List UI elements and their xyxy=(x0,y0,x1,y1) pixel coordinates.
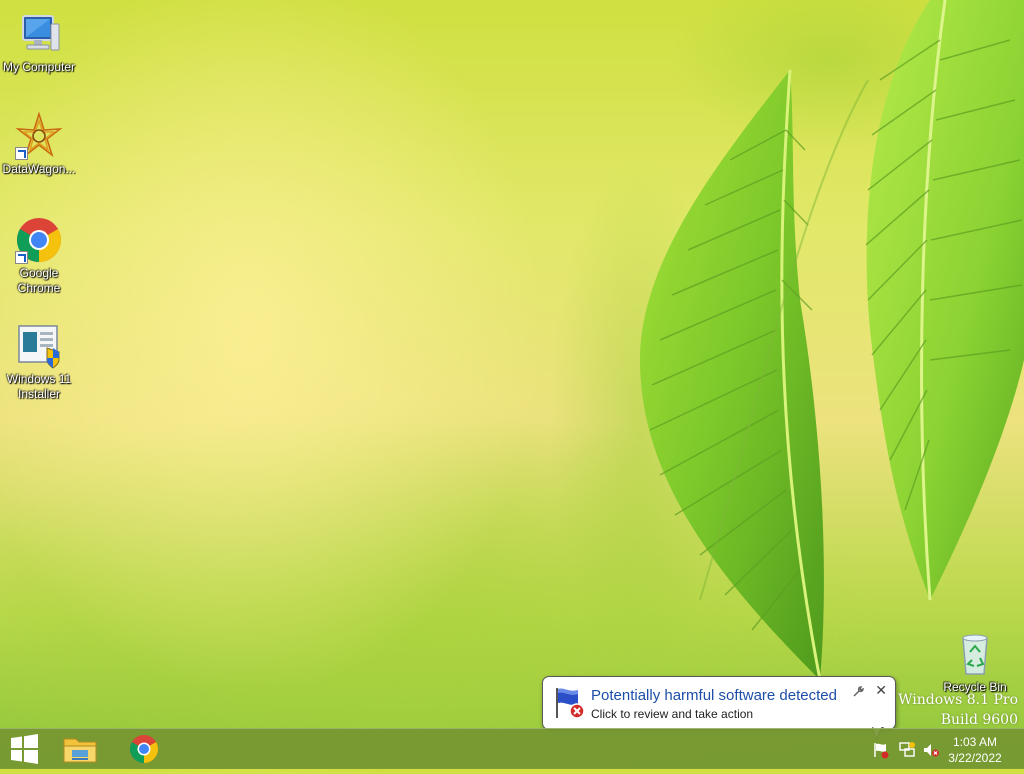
network-icon[interactable] xyxy=(898,741,916,759)
windows-logo-icon xyxy=(11,734,38,764)
security-notification-balloon[interactable]: Potentially harmful software detected Cl… xyxy=(542,676,896,730)
desktop-icon-recycle-bin[interactable]: Recycle Bin xyxy=(936,630,1014,695)
recycle-bin-icon xyxy=(951,630,999,678)
desktop-icon-my-computer[interactable]: My Computer xyxy=(0,10,78,75)
wallpaper xyxy=(550,0,1024,681)
desktop-icon-label: Recycle Bin xyxy=(943,680,1007,694)
installer-icon xyxy=(15,322,63,370)
action-center-flag-icon[interactable] xyxy=(872,741,890,759)
options-wrench-icon[interactable] xyxy=(851,685,865,699)
desktop-icon-label: DataWagon... xyxy=(2,162,76,176)
taskbar: 1:03 AM 3/22/2022 xyxy=(0,728,1024,769)
chrome-icon xyxy=(15,216,63,264)
desktop-icon-label-line2: Chrome xyxy=(17,281,61,295)
file-explorer-icon xyxy=(63,738,97,763)
clock-time: 1:03 AM xyxy=(952,735,998,749)
volume-muted-icon[interactable] xyxy=(922,741,940,759)
taskbar-chrome-button[interactable] xyxy=(116,729,172,769)
desktop-icon-label-line2: Installer xyxy=(17,387,61,401)
desktop-icon-windows-11-installer[interactable]: Windows 11 Installer xyxy=(0,322,78,402)
desktop-icon-google-chrome[interactable]: Google Chrome xyxy=(0,216,78,296)
taskbar-clock[interactable]: 1:03 AM 3/22/2022 xyxy=(940,734,1010,766)
shortcut-arrow-icon xyxy=(15,251,28,264)
computer-icon xyxy=(15,10,63,58)
datawagon-icon xyxy=(15,111,63,160)
chrome-icon xyxy=(130,735,158,763)
desktop-icon-label-line1: Google xyxy=(19,266,59,280)
notification-title: Potentially harmful software detected xyxy=(591,687,837,704)
notification-body: Click to review and take action xyxy=(591,707,754,721)
action-center-flag-icon xyxy=(553,686,587,720)
desktop-icon-label: My Computer xyxy=(2,60,76,74)
clock-date: 3/22/2022 xyxy=(948,751,1002,765)
desktop-icon-label-line1: Windows 11 xyxy=(6,372,72,386)
taskbar-file-explorer-button[interactable] xyxy=(52,729,108,769)
shortcut-arrow-icon xyxy=(15,147,28,160)
close-notification-button[interactable]: ✕ xyxy=(875,683,887,697)
watermark-build: Build 9600 xyxy=(940,712,1018,728)
start-button[interactable] xyxy=(0,729,48,769)
os-watermark: Windows 8.1 Pro Build 9600 xyxy=(898,690,1018,730)
desktop-icon-datawagon[interactable]: DataWagon... xyxy=(0,111,78,177)
